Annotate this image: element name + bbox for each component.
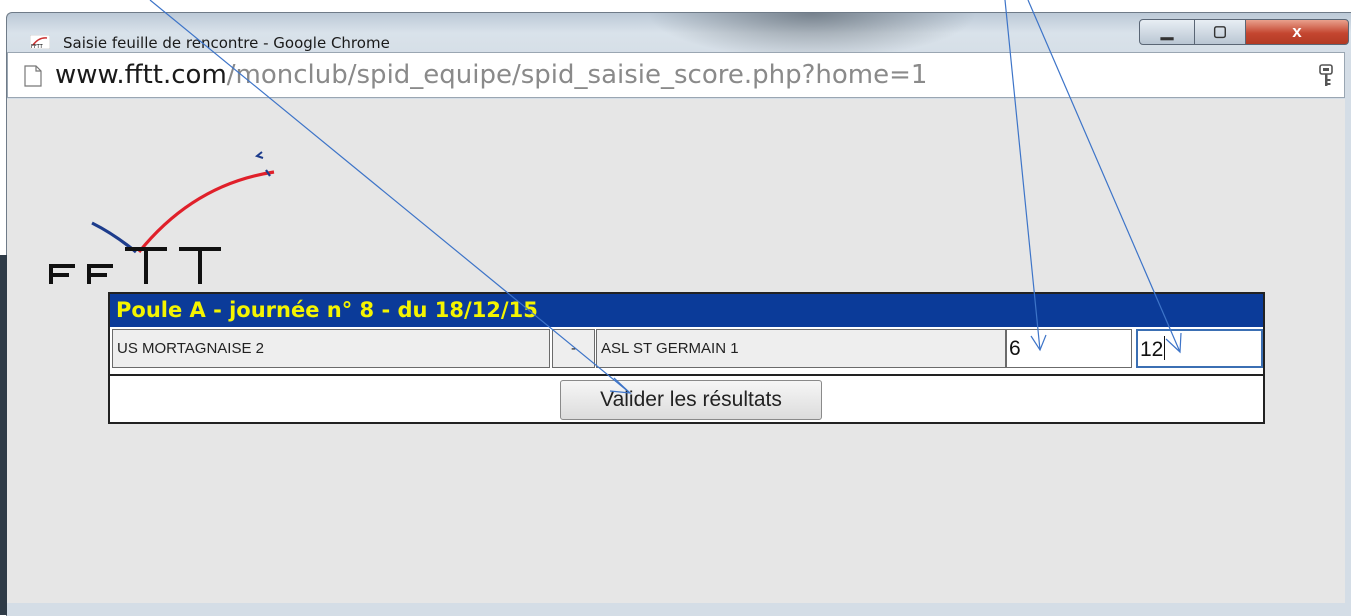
- fftt-logo: [49, 151, 275, 284]
- minimize-icon: ▁: [1160, 23, 1174, 40]
- match-header: Poule A - journée n° 8 - du 18/12/15: [110, 294, 1263, 327]
- away-score-input[interactable]: 12: [1136, 329, 1263, 368]
- url-text[interactable]: www.fftt.com/monclub/spid_equipe/spid_sa…: [55, 60, 927, 90]
- match-form: Poule A - journée n° 8 - du 18/12/15 US …: [108, 292, 1265, 424]
- match-row: US MORTAGNAISE 2 - ASL ST GERMAIN 1 6 12: [110, 327, 1263, 372]
- fftt-app-icon: FFTT: [30, 35, 50, 49]
- minimize-button[interactable]: ▁: [1139, 19, 1195, 45]
- home-team: US MORTAGNAISE 2: [112, 329, 550, 368]
- away-score-value: 12: [1140, 338, 1164, 361]
- home-score-value: 6: [1009, 337, 1021, 360]
- validate-results-button[interactable]: Valider les résultats: [560, 380, 822, 420]
- close-button[interactable]: x: [1245, 19, 1349, 45]
- window-edge: [0, 255, 7, 615]
- row-divider: [110, 374, 1263, 376]
- svg-text:FFTT: FFTT: [31, 44, 44, 49]
- team-separator: -: [552, 329, 595, 368]
- address-bar[interactable]: www.fftt.com/monclub/spid_equipe/spid_sa…: [7, 52, 1345, 98]
- window-title: Saisie feuille de rencontre - Google Chr…: [63, 34, 390, 52]
- match-header-title: Poule A - journée n° 8 - du 18/12/15: [116, 298, 538, 322]
- maximize-icon: ▢: [1212, 23, 1228, 40]
- home-score-input[interactable]: 6: [1006, 329, 1132, 368]
- text-caret: [1164, 336, 1166, 360]
- url-path: /monclub/spid_equipe/spid_saisie_score.p…: [226, 60, 928, 90]
- url-host: www.fftt.com: [55, 60, 227, 90]
- close-icon: x: [1292, 22, 1302, 41]
- page-icon: [24, 65, 42, 87]
- key-icon[interactable]: [1318, 64, 1334, 88]
- maximize-button[interactable]: ▢: [1194, 19, 1246, 45]
- away-team: ASL ST GERMAIN 1: [596, 329, 1006, 368]
